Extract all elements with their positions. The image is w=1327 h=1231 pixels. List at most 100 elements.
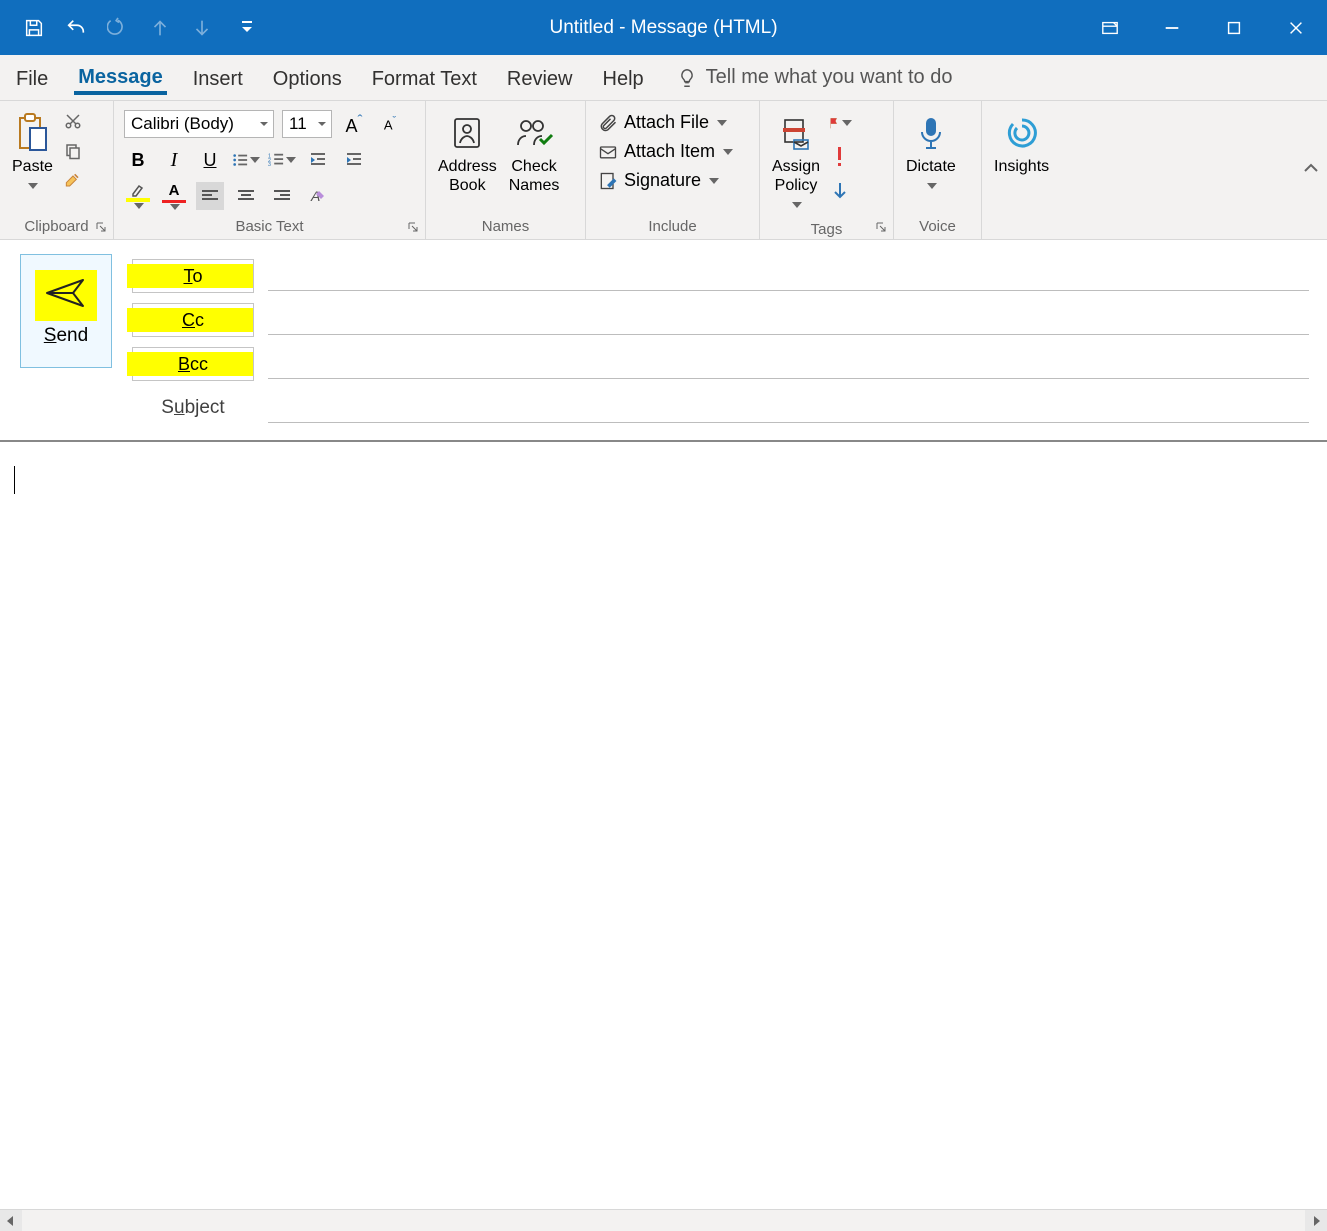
attach-item-button[interactable]: Attach Item bbox=[592, 138, 739, 165]
send-button[interactable]: Send bbox=[20, 254, 112, 368]
decrease-indent-button[interactable] bbox=[304, 146, 332, 174]
attach-file-button[interactable]: Attach File bbox=[592, 109, 733, 136]
cut-icon bbox=[64, 112, 82, 130]
align-center-icon bbox=[238, 189, 254, 203]
minimize-icon[interactable] bbox=[1141, 0, 1203, 55]
qat-customize-dropdown[interactable] bbox=[238, 12, 256, 44]
tags-launcher[interactable] bbox=[873, 219, 889, 235]
tags-group-label: Tags bbox=[766, 219, 887, 242]
clear-formatting-button[interactable]: A bbox=[304, 182, 332, 210]
format-painter-button[interactable] bbox=[61, 169, 85, 193]
to-button[interactable]: To bbox=[132, 259, 254, 293]
paperclip-icon bbox=[598, 113, 618, 133]
title-bar: Untitled - Message (HTML) bbox=[0, 0, 1327, 55]
paste-icon bbox=[14, 112, 50, 154]
align-center-button[interactable] bbox=[232, 182, 260, 210]
scroll-track[interactable] bbox=[22, 1210, 1305, 1231]
cc-button[interactable]: Cc bbox=[132, 303, 254, 337]
bcc-button[interactable]: Bcc bbox=[132, 347, 254, 381]
shrink-font-button[interactable]: Aˇ bbox=[376, 110, 404, 138]
svg-text:3: 3 bbox=[268, 162, 271, 168]
tab-help[interactable]: Help bbox=[599, 62, 648, 93]
basic-text-launcher[interactable] bbox=[405, 219, 421, 235]
highlight-color-button[interactable] bbox=[124, 182, 152, 210]
undo-icon[interactable] bbox=[60, 12, 92, 44]
font-size-dropdown[interactable] bbox=[313, 111, 331, 137]
font-size-input[interactable] bbox=[283, 114, 313, 134]
address-book-label: Address Book bbox=[438, 157, 497, 195]
clipboard-launcher[interactable] bbox=[93, 219, 109, 235]
address-book-button[interactable]: Address Book bbox=[432, 105, 503, 199]
maximize-icon[interactable] bbox=[1203, 0, 1265, 55]
underline-button[interactable]: U bbox=[196, 146, 224, 174]
paste-dropdown[interactable] bbox=[26, 176, 38, 195]
font-family-combo[interactable] bbox=[124, 110, 274, 138]
attach-item-icon bbox=[598, 142, 618, 162]
horizontal-scrollbar[interactable] bbox=[0, 1209, 1327, 1231]
voice-group-label: Voice bbox=[900, 216, 975, 239]
increase-indent-button[interactable] bbox=[340, 146, 368, 174]
group-tags: Assign Policy Tags bbox=[760, 101, 894, 239]
dictate-button[interactable]: Dictate bbox=[900, 105, 962, 199]
scroll-left-button[interactable] bbox=[0, 1210, 22, 1231]
close-icon[interactable] bbox=[1265, 0, 1327, 55]
tab-format-text[interactable]: Format Text bbox=[368, 62, 481, 93]
low-importance-icon bbox=[832, 181, 848, 201]
dictate-label: Dictate bbox=[906, 157, 956, 176]
font-family-input[interactable] bbox=[125, 114, 255, 134]
previous-item-icon[interactable] bbox=[144, 12, 176, 44]
grow-font-button[interactable]: Aˆ bbox=[340, 110, 368, 138]
high-importance-button[interactable] bbox=[828, 145, 852, 169]
copy-button[interactable] bbox=[61, 139, 85, 163]
assign-policy-button[interactable]: Assign Policy bbox=[766, 105, 826, 219]
next-item-icon[interactable] bbox=[186, 12, 218, 44]
signature-label: Signature bbox=[624, 170, 701, 191]
cc-field[interactable] bbox=[268, 305, 1309, 335]
tell-me-search[interactable]: Tell me what you want to do bbox=[676, 66, 953, 89]
bold-button[interactable]: B bbox=[124, 146, 152, 174]
paste-button[interactable]: Paste bbox=[6, 105, 59, 199]
to-field[interactable] bbox=[268, 261, 1309, 291]
redo-icon[interactable] bbox=[102, 12, 134, 44]
collapse-ribbon-button[interactable] bbox=[1303, 161, 1319, 179]
tab-file[interactable]: File bbox=[12, 62, 52, 93]
assign-policy-dropdown[interactable] bbox=[790, 195, 802, 214]
assign-policy-label: Assign Policy bbox=[772, 157, 820, 195]
signature-button[interactable]: Signature bbox=[592, 167, 725, 194]
scroll-right-button[interactable] bbox=[1305, 1210, 1327, 1231]
insights-button[interactable]: Insights bbox=[988, 105, 1055, 180]
window-title: Untitled - Message (HTML) bbox=[549, 17, 777, 39]
tab-message[interactable]: Message bbox=[74, 60, 167, 95]
high-importance-icon bbox=[833, 147, 847, 167]
ribbon: Paste Clipboard Aˆ bbox=[0, 101, 1327, 240]
italic-button[interactable]: I bbox=[160, 146, 188, 174]
follow-up-button[interactable] bbox=[828, 111, 852, 135]
align-left-icon bbox=[202, 189, 218, 203]
numbering-button[interactable]: 123 bbox=[268, 146, 296, 174]
group-basic-text: Aˆ Aˇ B I U 123 A A Basic Text bbox=[114, 101, 426, 239]
tab-insert[interactable]: Insert bbox=[189, 62, 247, 93]
subject-field[interactable] bbox=[268, 393, 1309, 423]
message-body[interactable] bbox=[0, 440, 1327, 1209]
font-size-combo[interactable] bbox=[282, 110, 332, 138]
align-right-button[interactable] bbox=[268, 182, 296, 210]
clear-format-icon: A bbox=[309, 187, 327, 205]
ribbon-display-options-icon[interactable] bbox=[1079, 0, 1141, 55]
basic-text-group-label: Basic Text bbox=[120, 216, 419, 239]
cut-button[interactable] bbox=[61, 109, 85, 133]
font-family-dropdown[interactable] bbox=[255, 111, 273, 137]
tell-me-label: Tell me what you want to do bbox=[706, 66, 953, 89]
insights-icon bbox=[1003, 114, 1041, 152]
low-importance-button[interactable] bbox=[828, 179, 852, 203]
bullets-button[interactable] bbox=[232, 146, 260, 174]
tab-options[interactable]: Options bbox=[269, 62, 346, 93]
group-include: Attach File Attach Item Signature Includ… bbox=[586, 101, 760, 239]
check-names-button[interactable]: Check Names bbox=[503, 105, 566, 199]
save-icon[interactable] bbox=[18, 12, 50, 44]
font-color-button[interactable]: A bbox=[160, 182, 188, 210]
subject-label: Subject bbox=[132, 397, 254, 419]
dictate-dropdown[interactable] bbox=[925, 176, 937, 195]
bcc-field[interactable] bbox=[268, 349, 1309, 379]
tab-review[interactable]: Review bbox=[503, 62, 577, 93]
align-left-button[interactable] bbox=[196, 182, 224, 210]
